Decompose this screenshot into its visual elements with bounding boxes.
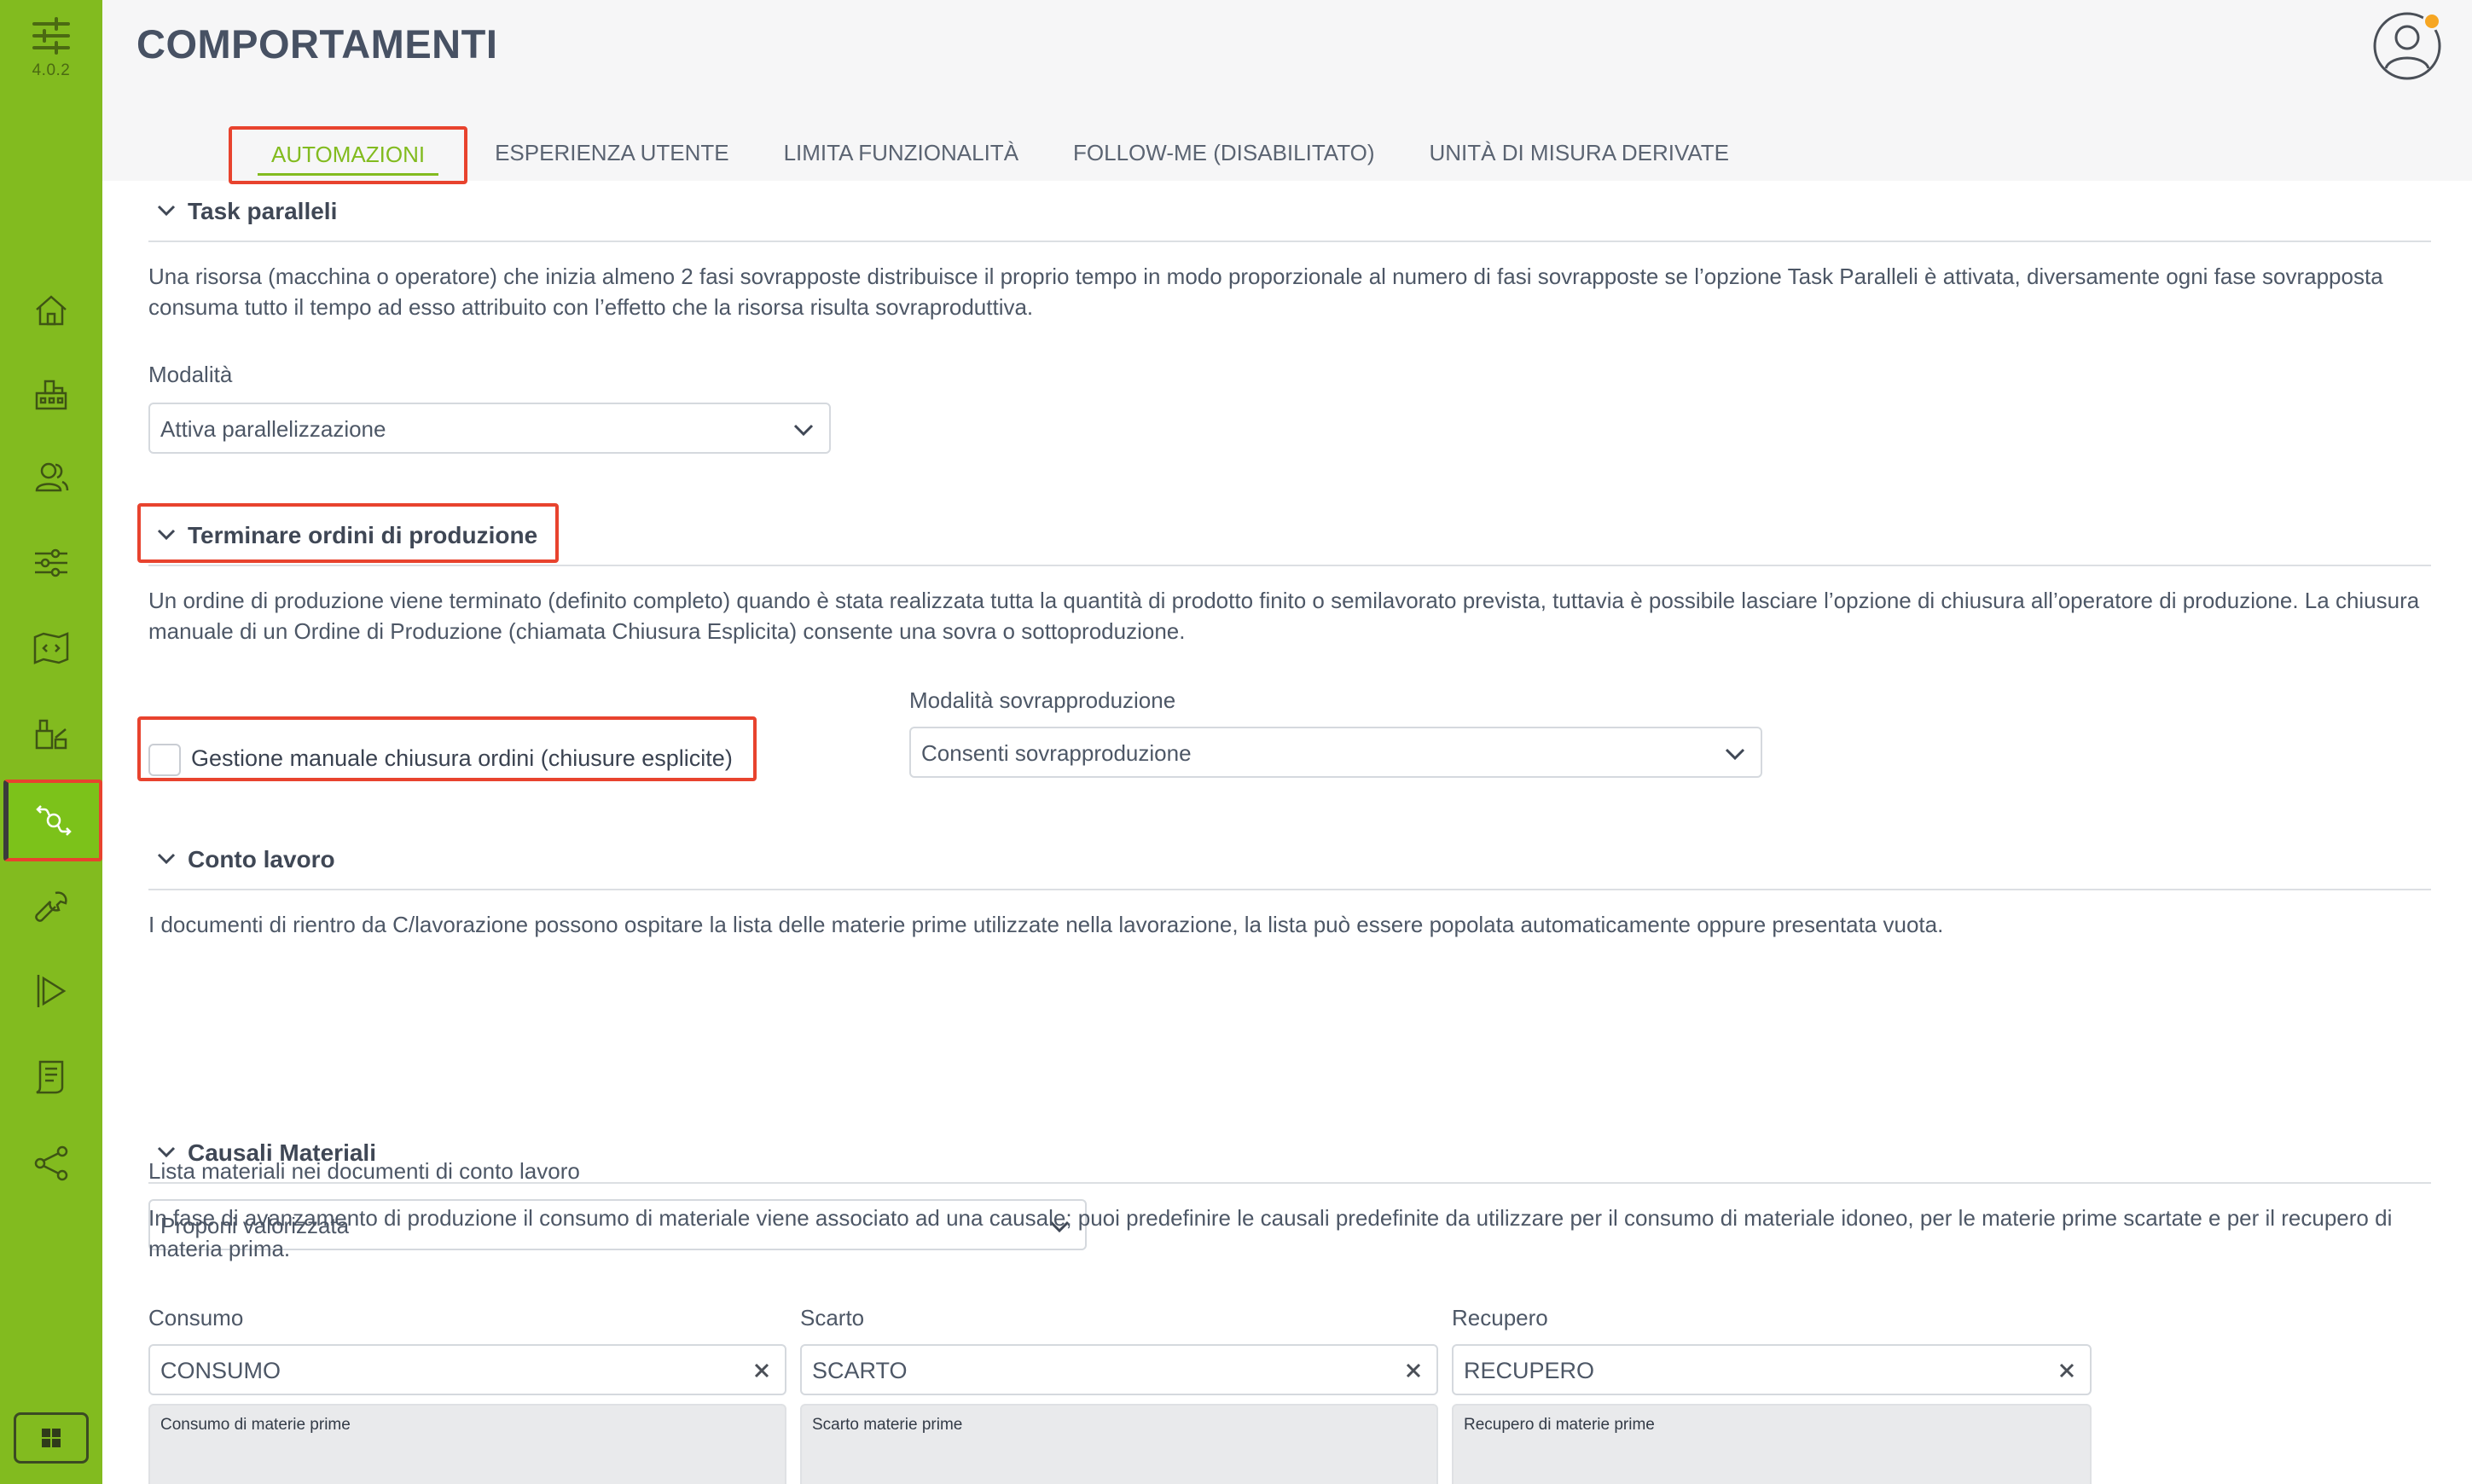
highlight-gestione-manuale bbox=[137, 716, 757, 781]
page-title: COMPORTAMENTI bbox=[136, 21, 498, 67]
page-header: COMPORTAMENTI AUTOMAZIONI ESPERIENZA UTE… bbox=[102, 0, 2472, 184]
section-description: In fase di avanzamento di produzione il … bbox=[148, 1205, 2393, 1261]
section-title: Conto lavoro bbox=[188, 846, 335, 872]
app-logo[interactable]: 4.0.2 bbox=[0, 15, 102, 92]
section-description: Una risorsa (macchina o operatore) che i… bbox=[148, 264, 2383, 320]
section-header-task-paralleli[interactable]: Task paralleli bbox=[148, 181, 2431, 242]
recupero-input[interactable]: RECUPERO bbox=[1452, 1344, 2092, 1395]
chevron-down-icon bbox=[1725, 748, 1745, 761]
sidebar-item-play[interactable] bbox=[0, 950, 102, 1032]
recupero-label: Recupero bbox=[1452, 1305, 1548, 1330]
section-description: I documenti di rientro da C/lavorazione … bbox=[148, 912, 1944, 937]
tab-bar: AUTOMAZIONI ESPERIENZA UTENTE LIMITA FUN… bbox=[229, 126, 1756, 184]
behaviors-icon bbox=[36, 805, 72, 836]
sidebar-apps-button[interactable] bbox=[14, 1412, 89, 1464]
consumo-value: CONSUMO bbox=[160, 1358, 281, 1383]
modalita-select[interactable]: Attiva parallelizzazione bbox=[148, 403, 831, 454]
chevron-down-icon bbox=[793, 424, 814, 437]
machine-icon bbox=[35, 719, 67, 750]
section-title: Task paralleli bbox=[188, 198, 338, 224]
grid-icon bbox=[42, 1429, 61, 1447]
section-task-paralleli: Task paralleli Una risorsa (macchina o o… bbox=[148, 181, 2431, 454]
tab-unita-misura-derivate[interactable]: UNITÀ DI MISURA DERIVATE bbox=[1401, 126, 1756, 184]
section-header-conto-lavoro[interactable]: Conto lavoro bbox=[148, 829, 2431, 890]
home-icon bbox=[36, 295, 67, 326]
chevron-down-icon bbox=[157, 1146, 176, 1158]
recupero-description: Recupero di materie prime bbox=[1452, 1404, 2092, 1484]
app-version: 4.0.2 bbox=[32, 61, 71, 79]
section-causali-materiali: Causali Materiali In fase di avanzamento… bbox=[148, 1122, 2431, 1484]
highlight-terminare-ordini bbox=[137, 503, 559, 563]
sovrapproduzione-label: Modalità sovrapproduzione bbox=[909, 687, 1176, 713]
modalita-label: Modalità bbox=[148, 362, 233, 387]
sidebar-item-tools[interactable] bbox=[0, 867, 102, 948]
tab-follow-me[interactable]: FOLLOW-ME (DISABILITATO) bbox=[1046, 126, 1401, 184]
modalita-value: Attiva parallelizzazione bbox=[160, 416, 386, 442]
section-conto-lavoro: Conto lavoro I documenti di rientro da C… bbox=[148, 829, 2431, 1250]
consumo-input[interactable]: CONSUMO bbox=[148, 1344, 786, 1395]
clear-icon[interactable] bbox=[1401, 1358, 1426, 1383]
scarto-description-text: Scarto materie prime bbox=[812, 1416, 963, 1434]
sidebar-item-documents[interactable] bbox=[0, 1035, 102, 1117]
sidebar-item-machines[interactable] bbox=[0, 693, 102, 774]
section-description: Un ordine di produzione viene terminato … bbox=[148, 588, 2420, 644]
consumo-description: Consumo di materie prime bbox=[148, 1404, 786, 1484]
sidebar-item-users[interactable] bbox=[0, 437, 102, 519]
sovrapproduzione-value: Consenti sovrapproduzione bbox=[921, 740, 1192, 766]
sidebar-item-factory[interactable] bbox=[0, 353, 102, 435]
wrench-icon bbox=[35, 891, 67, 922]
chevron-down-icon bbox=[157, 205, 176, 217]
sidebar-item-map[interactable] bbox=[0, 607, 102, 689]
recupero-value: RECUPERO bbox=[1464, 1358, 1595, 1383]
scarto-description: Scarto materie prime bbox=[800, 1404, 1438, 1484]
sidebar-item-behaviors[interactable] bbox=[3, 780, 102, 861]
share-icon bbox=[34, 1145, 68, 1181]
document-icon bbox=[36, 1060, 64, 1094]
chevron-down-icon bbox=[157, 853, 176, 865]
tab-limita-funzionalita[interactable]: LIMITA FUNZIONALITÀ bbox=[757, 126, 1046, 184]
users-icon bbox=[35, 462, 69, 492]
notification-badge bbox=[2423, 12, 2441, 31]
sovrapproduzione-select[interactable]: Consenti sovrapproduzione bbox=[909, 727, 1762, 778]
consumo-label: Consumo bbox=[148, 1305, 244, 1330]
scarto-input[interactable]: SCARTO bbox=[800, 1344, 1438, 1395]
tab-esperienza-utente[interactable]: ESPERIENZA UTENTE bbox=[467, 126, 757, 184]
scarto-label: Scarto bbox=[800, 1305, 865, 1330]
sidebar: 4.0.2 bbox=[0, 0, 102, 1484]
factory-icon bbox=[35, 380, 67, 410]
sidebar-item-home[interactable] bbox=[0, 270, 102, 351]
section-header-causali-materiali[interactable]: Causali Materiali bbox=[148, 1122, 2431, 1184]
clear-icon[interactable] bbox=[749, 1358, 775, 1383]
sliders-logo-icon bbox=[32, 17, 70, 55]
play-flag-icon bbox=[37, 975, 67, 1007]
clear-icon[interactable] bbox=[2054, 1358, 2080, 1383]
scarto-value: SCARTO bbox=[812, 1358, 908, 1383]
code-map-icon bbox=[33, 632, 69, 664]
section-title: Causali Materiali bbox=[188, 1139, 376, 1166]
sidebar-item-settings[interactable] bbox=[0, 522, 102, 604]
sidebar-item-share[interactable] bbox=[0, 1122, 102, 1204]
sliders-icon bbox=[35, 548, 67, 577]
consumo-description-text: Consumo di materie prime bbox=[160, 1416, 351, 1434]
recupero-description-text: Recupero di materie prime bbox=[1464, 1416, 1655, 1434]
tab-automazioni[interactable]: AUTOMAZIONI bbox=[229, 126, 468, 184]
